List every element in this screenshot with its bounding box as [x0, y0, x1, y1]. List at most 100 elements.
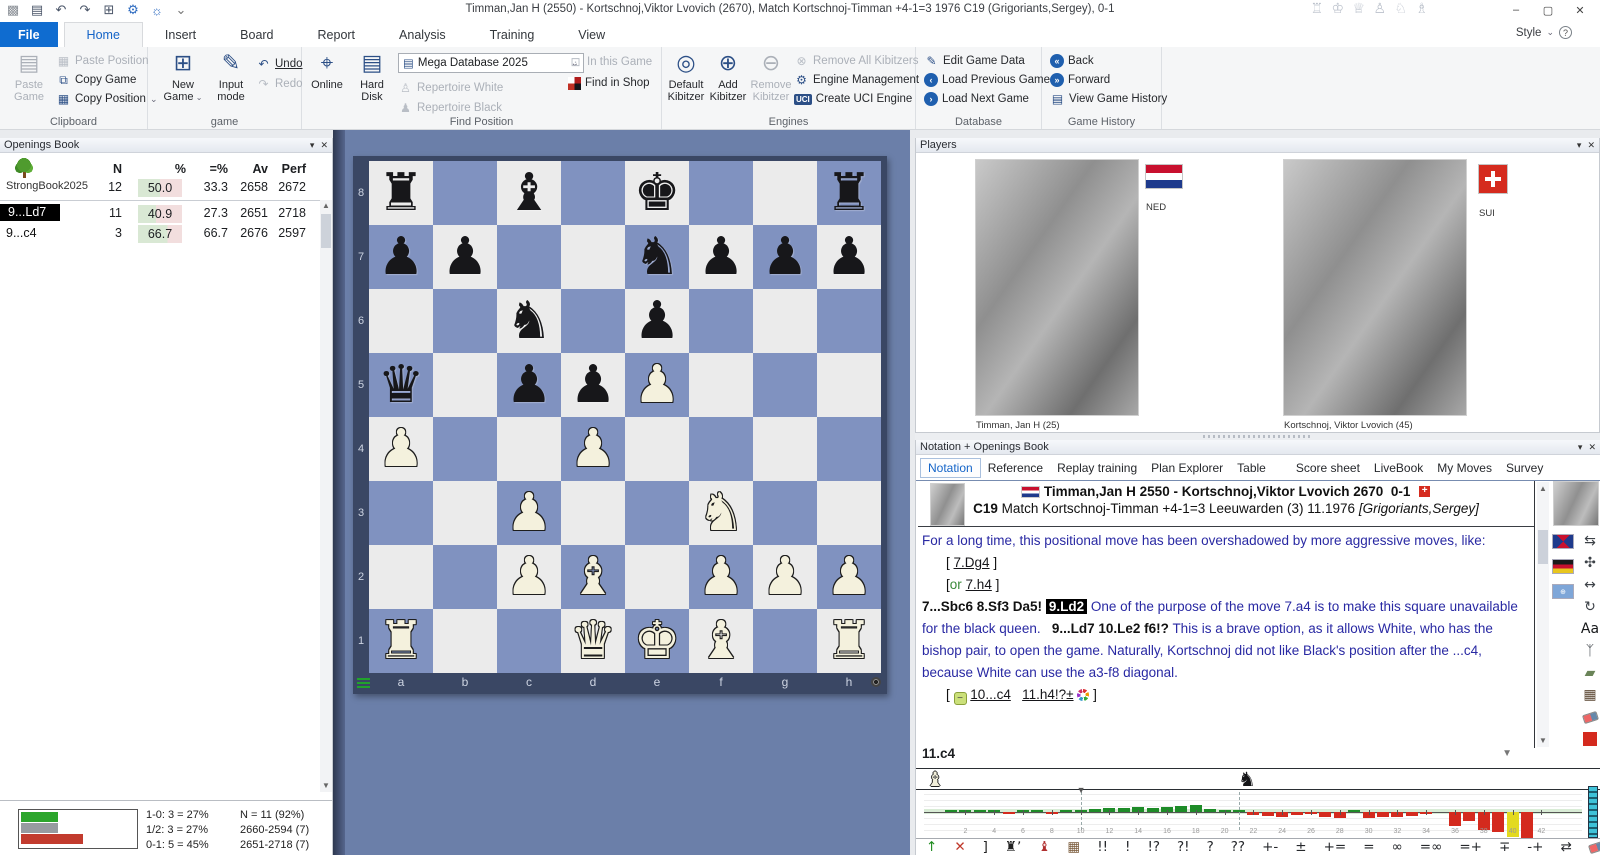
panel-splitter[interactable]	[915, 433, 1600, 440]
square-f4[interactable]	[689, 417, 753, 481]
close-icon[interactable]: ✕	[320, 140, 328, 151]
delete-move-icon[interactable]: ✕	[954, 840, 965, 855]
font-size-icon[interactable]: Aa	[1580, 620, 1600, 638]
black-pawn-f7[interactable]: ♟	[689, 225, 753, 289]
square-g4[interactable]	[753, 417, 817, 481]
eval-bar-move-33[interactable]	[1406, 812, 1418, 816]
book-move-row[interactable]: 9...Ld71127.32651271840.9	[0, 204, 320, 224]
white-pawn-g2[interactable]: ♟	[753, 545, 817, 609]
square-h6[interactable]	[817, 289, 881, 353]
scrollbar-thumb[interactable]	[1538, 530, 1548, 564]
openings-scrollbar[interactable]: ▲ ▼	[320, 200, 332, 792]
eval-bar-move-15[interactable]	[1147, 808, 1159, 812]
white-rook-h1[interactable]: ♜	[817, 609, 881, 673]
black-bishop-c8[interactable]: ♝	[497, 161, 561, 225]
square-f8[interactable]	[689, 161, 753, 225]
eval-bar-move-31[interactable]	[1377, 812, 1389, 817]
white-queen-d1[interactable]: ♛	[561, 609, 625, 673]
eval-bar-move-9[interactable]	[1060, 810, 1072, 812]
black-winning-icon[interactable]: -+	[1527, 840, 1543, 855]
online-button[interactable]: ⌖ Online	[306, 51, 348, 91]
undo-icon[interactable]: ↶	[52, 1, 70, 19]
mainline-moves[interactable]: 9...Ld7 10.Le2 f6!?	[1052, 621, 1169, 636]
paste-position-button[interactable]: ▦ Paste Position	[56, 52, 149, 70]
new-game-button[interactable]: ⊞ New Game ⌄	[160, 51, 206, 104]
black-king-e8[interactable]: ♚	[625, 161, 689, 225]
eval-bar-move-1[interactable]	[945, 810, 957, 812]
eval-bar-move-13[interactable]	[1118, 808, 1130, 812]
square-a2[interactable]	[369, 545, 433, 609]
white-slightly-better-icon[interactable]: +=	[1324, 840, 1347, 855]
style-menu[interactable]: Style ⌄ ?	[1516, 26, 1572, 39]
edit-game-data-button[interactable]: ✎ Edit Game Data	[924, 52, 1025, 70]
square-d3[interactable]	[561, 481, 625, 545]
brilliant-move-icon[interactable]: !!	[1097, 840, 1108, 855]
eval-bar-move-25[interactable]	[1291, 812, 1303, 815]
square-c1[interactable]	[497, 609, 561, 673]
eval-bar-move-23[interactable]	[1262, 812, 1274, 816]
default-kibitzer-button[interactable]: ◎ Default Kibitzer	[666, 51, 706, 103]
scrollbar-thumb[interactable]	[321, 214, 331, 248]
rotate-icon[interactable]: ↻	[1580, 598, 1600, 616]
dubious-move-icon[interactable]: ?!	[1177, 840, 1190, 855]
in-this-game-button[interactable]: ⊡ In this Game	[568, 53, 652, 71]
eval-bar-move-27[interactable]	[1319, 812, 1331, 817]
square-f6[interactable]	[689, 289, 753, 353]
back-button[interactable]: « Back	[1050, 52, 1094, 70]
white-knight-f3[interactable]: ♞	[689, 481, 753, 545]
interesting-move-icon[interactable]: !?	[1147, 840, 1160, 855]
variation-arrows-icon[interactable]: ⇆	[1580, 532, 1600, 550]
square-b1[interactable]	[433, 609, 497, 673]
close-icon[interactable]: ✕	[1587, 140, 1595, 151]
scroll-up-icon[interactable]: ▲	[320, 200, 332, 212]
square-b8[interactable]	[433, 161, 497, 225]
last-move[interactable]: 11.c4	[922, 746, 1534, 761]
ribbon-tab-board[interactable]: Board	[218, 22, 295, 47]
repertoire-black-button[interactable]: ♟ Repertoire Black	[398, 99, 502, 117]
minimize-button[interactable]: –	[1500, 0, 1532, 20]
book-move[interactable]: 9...c4	[6, 226, 37, 240]
paste-game-button[interactable]: ▤ Paste Game	[6, 51, 52, 103]
input-mode-button[interactable]: ✎ Input mode	[208, 51, 254, 103]
variation-move[interactable]: 11.h4!?±	[1022, 687, 1073, 702]
square-a3[interactable]	[369, 481, 433, 545]
mainline-moves[interactable]: 7...Sbc6 8.Sf3 Da5!	[922, 599, 1042, 614]
copy-position-button[interactable]: ▦ Copy Position ⌄	[56, 90, 158, 108]
book-move-row[interactable]: 9...c4366.72676259766.7	[0, 224, 320, 244]
eval-bar-move-17[interactable]	[1175, 806, 1187, 812]
undo-button[interactable]: ↶ Undo	[256, 55, 303, 73]
tab-livebook[interactable]: LiveBook	[1367, 458, 1430, 478]
close-button[interactable]: ✕	[1564, 0, 1596, 20]
scroll-down-icon[interactable]: ▼	[320, 780, 332, 792]
forward-button[interactable]: » Forward	[1050, 71, 1110, 89]
eval-bar-move-41[interactable]	[1521, 812, 1533, 839]
black-rook-h8[interactable]: ♜	[817, 161, 881, 225]
remove-all-kibitzers-button[interactable]: ⊗ Remove All Kibitzers	[794, 52, 918, 70]
notation-scrollbar[interactable]: ▲ ▼	[1537, 482, 1549, 747]
eval-bar-move-3[interactable]	[974, 810, 986, 812]
white-pawn-d4[interactable]: ♟	[561, 417, 625, 481]
ribbon-tab-view[interactable]: View	[556, 22, 627, 47]
square-b6[interactable]	[433, 289, 497, 353]
remove-kibitzer-button[interactable]: ⊖ Remove Kibitzer	[750, 51, 792, 103]
blunder-icon[interactable]: ??	[1231, 840, 1245, 855]
find-in-shop-button[interactable]: Find in Shop	[568, 74, 650, 92]
square-e4[interactable]	[625, 417, 689, 481]
good-move-icon[interactable]: !	[1125, 840, 1130, 855]
square-d6[interactable]	[561, 289, 625, 353]
repertoire-white-button[interactable]: ♙ Repertoire White	[398, 79, 503, 97]
redo-icon[interactable]: ↷	[76, 1, 94, 19]
hard-disk-button[interactable]: ▤ Hard Disk	[350, 51, 394, 103]
tab-table[interactable]: Table	[1230, 458, 1273, 478]
scroll-up-icon[interactable]: ▲	[1537, 484, 1549, 493]
black-knight-e7[interactable]: ♞	[625, 225, 689, 289]
square-d8[interactable]	[561, 161, 625, 225]
square-b2[interactable]	[433, 545, 497, 609]
square-g5[interactable]	[753, 353, 817, 417]
white-pawn-h2[interactable]: ♟	[817, 545, 881, 609]
black-pawn-e6[interactable]: ♟	[625, 289, 689, 353]
current-move[interactable]: 9.Ld2	[1046, 599, 1087, 614]
chess-board[interactable]: ♜♝♚♜♟♟♞♟♟♟♞♟♛♟♟♟♟♟♟♞♟♝♟♟♟♜♛♚♝♜	[369, 161, 881, 673]
red-square-icon[interactable]	[1580, 730, 1600, 748]
create-uci-engine-button[interactable]: UCI Create UCI Engine	[794, 90, 912, 108]
